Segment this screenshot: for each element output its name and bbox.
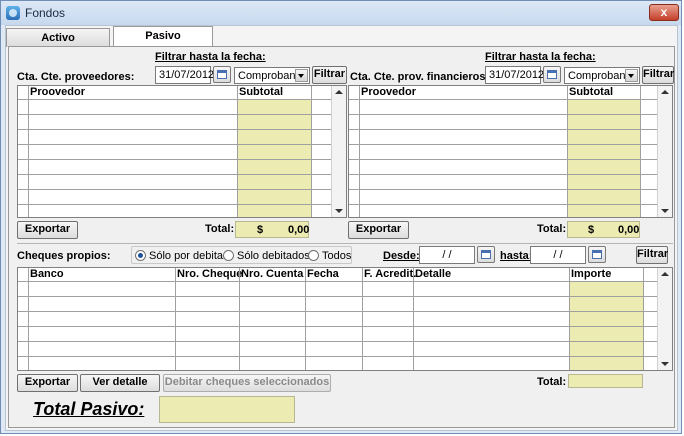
radio-solo-debitados-label: Sólo debitados	[237, 250, 310, 262]
desde-calendar-icon[interactable]	[477, 246, 495, 263]
radio-solo-por-debitar[interactable]	[135, 250, 146, 261]
app-icon	[6, 6, 20, 20]
chevron-down-icon	[625, 69, 638, 82]
title-bar: Fondos x	[1, 1, 681, 25]
right-total-value: 0,00	[618, 224, 640, 236]
left-grid-scrollbar[interactable]	[331, 86, 346, 217]
col-nro-cuenta: Nro. Cuenta	[241, 268, 304, 280]
col-f-acredit: F. Acredit.	[364, 268, 417, 280]
window-client: Activo Pasivo Filtrar hasta la fecha: Ct…	[5, 25, 678, 431]
right-grid-scrollbar[interactable]	[657, 86, 672, 217]
right-total-box: $ 0,00	[567, 221, 640, 238]
scroll-up-icon[interactable]	[661, 272, 669, 276]
left-grid: Proovedor Subtotal	[17, 85, 347, 218]
left-export-button[interactable]: Exportar	[17, 221, 78, 239]
left-col-proovedor: Proovedor	[30, 86, 86, 98]
col-fecha: Fecha	[307, 268, 339, 280]
right-total-label: Total:	[537, 223, 567, 235]
hasta-calendar-icon[interactable]	[588, 246, 606, 263]
radio-solo-debitados[interactable]	[223, 250, 234, 261]
cheques-grid-scrollbar[interactable]	[657, 268, 672, 370]
col-detalle: Detalle	[415, 268, 452, 280]
col-nro-cheque: Nro. Cheque	[177, 268, 243, 280]
scroll-down-icon[interactable]	[335, 209, 343, 213]
cheques-export-button[interactable]: Exportar	[17, 374, 78, 392]
scroll-up-icon[interactable]	[335, 90, 343, 94]
left-total-value: 0,00	[288, 224, 310, 236]
left-calendar-icon[interactable]	[213, 66, 231, 83]
tab-pasivo[interactable]: Pasivo	[113, 26, 213, 48]
close-button[interactable]: x	[649, 4, 679, 21]
cheques-filter-button[interactable]: Filtrar	[636, 246, 668, 264]
right-subtotal-column	[567, 99, 640, 217]
right-export-button[interactable]: Exportar	[348, 221, 409, 239]
radio-todos-label: Todos	[322, 250, 352, 262]
left-section-label: Cta. Cte. proveedores:	[17, 71, 135, 83]
section-divider	[17, 243, 673, 244]
left-total-label: Total:	[205, 223, 235, 235]
hasta-field[interactable]: / /	[530, 246, 586, 264]
col-importe: Importe	[571, 268, 612, 280]
hasta-label: hasta:	[500, 250, 533, 262]
right-col-subtotal: Subtotal	[569, 86, 613, 98]
fondos-window: Fondos x Activo Pasivo Filtrar hasta la …	[0, 0, 682, 434]
scroll-down-icon[interactable]	[661, 362, 669, 366]
left-date-field[interactable]: 31/07/2012	[155, 66, 214, 84]
radio-todos[interactable]	[308, 250, 319, 261]
right-date-field[interactable]: 31/07/2012	[485, 66, 544, 84]
total-pasivo-label: Total Pasivo:	[33, 399, 145, 419]
total-pasivo-box	[159, 396, 295, 423]
desde-label: Desde:	[383, 250, 420, 262]
right-filter-label: Filtrar hasta la fecha:	[485, 51, 596, 63]
chevron-down-icon	[295, 69, 308, 82]
desde-field[interactable]: / /	[419, 246, 475, 264]
ver-detalle-button[interactable]: Ver detalle	[80, 374, 160, 392]
cheques-label: Cheques propios:	[17, 250, 111, 262]
scroll-up-icon[interactable]	[661, 90, 669, 94]
window-title: Fondos	[25, 6, 66, 20]
left-filter-button[interactable]: Filtrar	[312, 66, 347, 84]
left-col-subtotal: Subtotal	[239, 86, 283, 98]
cheques-total-label: Total:	[537, 376, 567, 388]
radio-solo-por-debitar-label: Sólo por debitar	[149, 250, 227, 262]
debitar-cheques-button[interactable]: Debitar cheques seleccionados	[163, 374, 331, 392]
left-total-box: $ 0,00	[235, 221, 309, 238]
right-calendar-icon[interactable]	[543, 66, 561, 83]
scroll-down-icon[interactable]	[661, 209, 669, 213]
tab-activo[interactable]: Activo	[6, 28, 110, 47]
right-total-currency: $	[588, 224, 595, 236]
left-total-currency: $	[257, 224, 264, 236]
pasivo-panel: Filtrar hasta la fecha: Cta. Cte. provee…	[8, 46, 675, 428]
left-filter-label: Filtrar hasta la fecha:	[155, 51, 266, 63]
right-comprobante-select[interactable]: Comprobante	[564, 67, 640, 84]
cheques-total-box	[568, 374, 643, 388]
left-subtotal-column	[237, 99, 311, 217]
right-col-proovedor: Proovedor	[361, 86, 417, 98]
right-section-label: Cta. Cte. prov. financieros:	[350, 71, 490, 83]
left-comprobante-select[interactable]: Comprobante	[234, 67, 310, 84]
cheques-grid: Banco Nro. Cheque Nro. Cuenta Fecha F. A…	[17, 267, 673, 371]
right-grid: Proovedor Subtotal	[348, 85, 673, 218]
right-filter-button[interactable]: Filtrar	[642, 66, 674, 84]
col-banco: Banco	[30, 268, 64, 280]
